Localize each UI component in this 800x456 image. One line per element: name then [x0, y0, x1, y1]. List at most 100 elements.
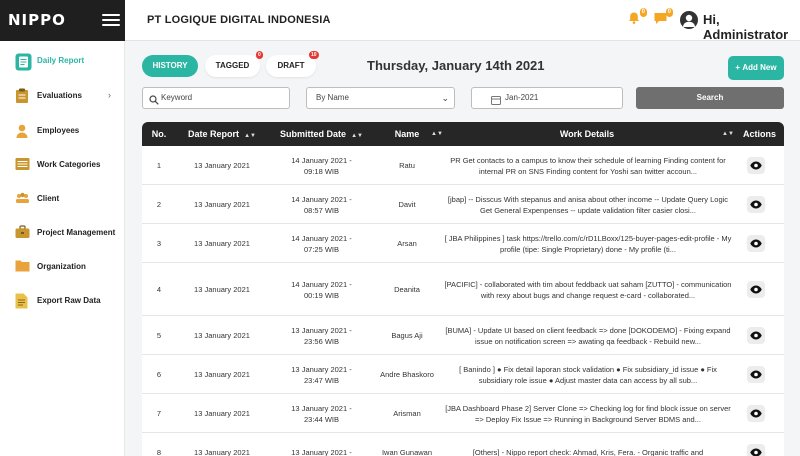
cell-name: Davit [398, 200, 416, 209]
sidebar-item-work-categories[interactable]: Work Categories [0, 154, 125, 178]
work-categories-icon [15, 157, 31, 174]
tab-draft[interactable]: DRAFT 10 [266, 51, 319, 77]
cell-date-report: 13 January 2021 [194, 239, 250, 248]
month-picker-input[interactable]: Jan-2021 [471, 87, 623, 109]
cell-date-report: 13 January 2021 [194, 200, 250, 209]
column-label: Name [394, 129, 420, 139]
sidebar-item-evaluations[interactable]: Evaluations › [0, 85, 125, 109]
cell-work-details: [JBA Dashboard Phase 2] Server Clone => … [445, 403, 731, 424]
column-header-actions: Actions [735, 122, 784, 146]
cell-name: Iwan Gunawan [381, 448, 433, 456]
cell-submitted-date: 13 January 2021 - 23:47 WIB [291, 364, 352, 385]
eye-icon [750, 200, 762, 209]
add-new-button[interactable]: + Add New [728, 56, 784, 80]
column-label: Work Details [559, 129, 615, 139]
user-avatar-icon[interactable] [680, 11, 698, 29]
cell-date-report: 13 January 2021 [194, 285, 250, 294]
search-button[interactable]: Search [636, 87, 784, 109]
column-header-date-report[interactable]: Date Report ▲▼ [176, 122, 268, 146]
message-icon[interactable]: 0 [653, 8, 673, 27]
sort-icon[interactable]: ▲▼ [722, 122, 734, 146]
cell-work-details: [PACIFIC] - collaborated with tim about … [444, 279, 732, 300]
sidebar-item-project-management[interactable]: Project Management [0, 222, 125, 246]
sort-by-select[interactable]: By Name ⌄ [306, 87, 455, 109]
cell-date-report: 13 January 2021 [194, 409, 250, 418]
cell-name: Arsan [397, 239, 417, 248]
app-logo[interactable]: NIPPO [8, 11, 66, 29]
cell-submitted-date: 14 January 2021 - 00:19 WIB [291, 279, 352, 300]
column-label: No. [151, 129, 167, 139]
view-detail-button[interactable] [747, 405, 765, 422]
cell-name: Deanita [394, 285, 420, 294]
cell-no: 1 [156, 161, 162, 170]
sort-icon[interactable]: ▲▼ [244, 133, 256, 139]
column-header-work-details[interactable]: Work Details ▲▼ [439, 122, 735, 146]
draft-count-badge: 10 [309, 51, 319, 59]
sort-icon[interactable]: ▲▼ [351, 133, 363, 139]
calendar-icon [491, 93, 501, 105]
tab-history[interactable]: HISTORY [142, 55, 198, 77]
keyword-search-input[interactable]: Keyword [142, 87, 290, 109]
sidebar-item-label: Evaluations [37, 91, 82, 100]
sidebar-item-export-raw-data[interactable]: Export Raw Data [0, 290, 125, 314]
cell-submitted-date: 14 January 2021 - 09:18 WIB [291, 155, 352, 176]
table-row: 3 13 January 2021 14 January 2021 - 07:25 … [142, 224, 784, 263]
chevron-right-icon: › [108, 90, 111, 100]
employees-icon [15, 123, 31, 140]
cell-work-details: [ JBA Philippines ] task https://trello.… [444, 233, 732, 254]
cell-no: 2 [156, 200, 162, 209]
table-row: 6 13 January 2021 13 January 2021 - 23:47 … [142, 355, 784, 394]
table-row: 2 13 January 2021 14 January 2021 - 08:57 … [142, 185, 784, 224]
sidebar-item-label: Employees [37, 126, 80, 135]
column-header-submitted-date[interactable]: Submitted Date ▲▼ [268, 122, 375, 146]
table-row: 1 13 January 2021 14 January 2021 - 09:18 … [142, 146, 784, 185]
sidebar-item-client[interactable]: Client [0, 188, 125, 212]
tagged-count-badge: 0 [256, 51, 263, 59]
document-export-icon [15, 293, 31, 310]
table-row: 8 13 January 2021 13 January 2021 - Iwan Gu… [142, 433, 784, 456]
cell-submitted-date: 13 January 2021 - 23:44 WIB [291, 403, 352, 424]
cell-no: 6 [156, 370, 162, 379]
sort-value: By Name [316, 93, 349, 102]
cell-submitted-date: 13 January 2021 - [291, 448, 352, 456]
tab-label: TAGGED [215, 61, 250, 70]
briefcase-icon [15, 225, 31, 242]
notification-bell-icon[interactable]: 0 [627, 8, 647, 27]
company-name: PT LOGIQUE DIGITAL INDONESIA [147, 14, 331, 26]
message-count: 0 [665, 8, 673, 17]
view-detail-button[interactable] [747, 235, 765, 252]
tab-label: HISTORY [152, 61, 188, 70]
cell-work-details: [BUMA] - Update UI based on client feedb… [445, 325, 731, 346]
month-value: Jan-2021 [505, 93, 539, 102]
cell-work-details: PR Get contacts to a campus to know thei… [450, 155, 726, 176]
view-detail-button[interactable] [747, 281, 765, 298]
cell-submitted-date: 14 January 2021 - 07:25 WIB [291, 233, 352, 254]
sidebar-item-daily-report[interactable]: Daily Report [0, 50, 125, 74]
view-detail-button[interactable] [747, 196, 765, 213]
cell-name: Andre Bhaskoro [380, 370, 434, 379]
eye-icon [750, 285, 762, 294]
cell-no: 8 [156, 448, 162, 456]
cell-work-details: [ Banindo ] ● Fix detail laporan stock v… [459, 364, 717, 385]
column-label: Actions [742, 129, 776, 139]
eye-icon [750, 370, 762, 379]
view-detail-button[interactable] [747, 327, 765, 344]
tab-tagged[interactable]: TAGGED 0 [205, 51, 263, 77]
cell-no: 5 [156, 331, 162, 340]
eye-icon [750, 448, 762, 456]
eye-icon [750, 239, 762, 248]
cell-date-report: 13 January 2021 [194, 370, 250, 379]
view-detail-button[interactable] [747, 157, 765, 174]
eye-icon [750, 161, 762, 170]
hamburger-menu-icon[interactable] [102, 14, 120, 26]
sidebar-item-organization[interactable]: Organization [0, 256, 125, 280]
sidebar-item-employees[interactable]: Employees [0, 120, 125, 144]
sidebar-item-label: Daily Report [37, 56, 85, 65]
sidebar-item-label: Project Management [37, 228, 116, 237]
sidebar-item-label: Client [37, 194, 60, 203]
view-detail-button[interactable] [747, 366, 765, 383]
table-header: No. Date Report ▲▼ Submitted Date ▲▼ Name ▲… [142, 122, 784, 146]
view-detail-button[interactable] [747, 444, 765, 456]
user-greeting[interactable]: Hi, Administrator [703, 12, 800, 42]
column-header-name[interactable]: Name ▲▼ [375, 122, 443, 146]
